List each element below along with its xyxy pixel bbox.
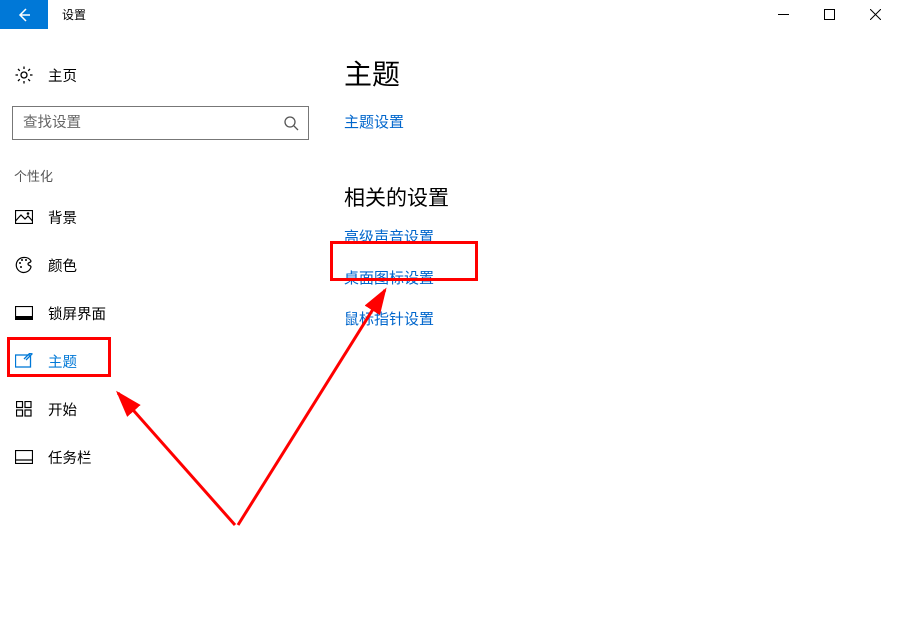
link-desktop-icons[interactable]: 桌面图标设置 (344, 267, 434, 288)
lockscreen-icon (14, 306, 34, 320)
close-icon (870, 9, 881, 20)
sidebar-item-label: 锁屏界面 (34, 303, 106, 324)
titlebar: 设置 (0, 0, 898, 29)
page-heading: 主题 (344, 53, 449, 93)
close-button[interactable] (852, 0, 898, 29)
sidebar-item-label: 颜色 (34, 255, 77, 276)
sidebar-item-themes[interactable]: 主题 (0, 337, 310, 385)
sidebar-section-label: 个性化 (0, 140, 310, 193)
palette-icon (14, 256, 34, 274)
sidebar: 主页 个性化 背景 颜色 锁屏界面 (0, 29, 310, 481)
maximize-icon (824, 9, 835, 20)
sidebar-item-home[interactable]: 主页 (0, 54, 310, 96)
main-content: 主题 主题设置 相关的设置 高级声音设置 桌面图标设置 鼠标指针设置 (310, 29, 449, 481)
taskbar-icon (14, 450, 34, 464)
link-mouse-pointer[interactable]: 鼠标指针设置 (344, 308, 434, 329)
link-theme-settings[interactable]: 主题设置 (344, 111, 404, 132)
window-title: 设置 (48, 0, 86, 29)
link-advanced-sound[interactable]: 高级声音设置 (344, 226, 434, 247)
maximize-button[interactable] (806, 0, 852, 29)
picture-icon (14, 210, 34, 224)
sidebar-item-lockscreen[interactable]: 锁屏界面 (0, 289, 310, 337)
sidebar-item-label: 任务栏 (34, 447, 92, 468)
minimize-button[interactable] (760, 0, 806, 29)
start-icon (14, 401, 34, 417)
back-button[interactable] (0, 0, 48, 29)
sidebar-item-colors[interactable]: 颜色 (0, 241, 310, 289)
search-input[interactable] (13, 114, 274, 132)
theme-icon (14, 353, 34, 369)
sidebar-item-label: 主题 (34, 351, 77, 372)
sidebar-item-background[interactable]: 背景 (0, 193, 310, 241)
window-controls (760, 0, 898, 29)
sidebar-item-label: 背景 (34, 207, 77, 228)
sidebar-item-taskbar[interactable]: 任务栏 (0, 433, 310, 481)
arrow-left-icon (15, 6, 33, 24)
gear-icon (14, 66, 34, 84)
minimize-icon (778, 9, 789, 20)
sidebar-item-label: 开始 (34, 399, 77, 420)
related-heading: 相关的设置 (344, 182, 449, 212)
search-icon (274, 115, 308, 131)
sidebar-item-start[interactable]: 开始 (0, 385, 310, 433)
sidebar-home-label: 主页 (34, 65, 77, 86)
search-box[interactable] (12, 106, 309, 140)
